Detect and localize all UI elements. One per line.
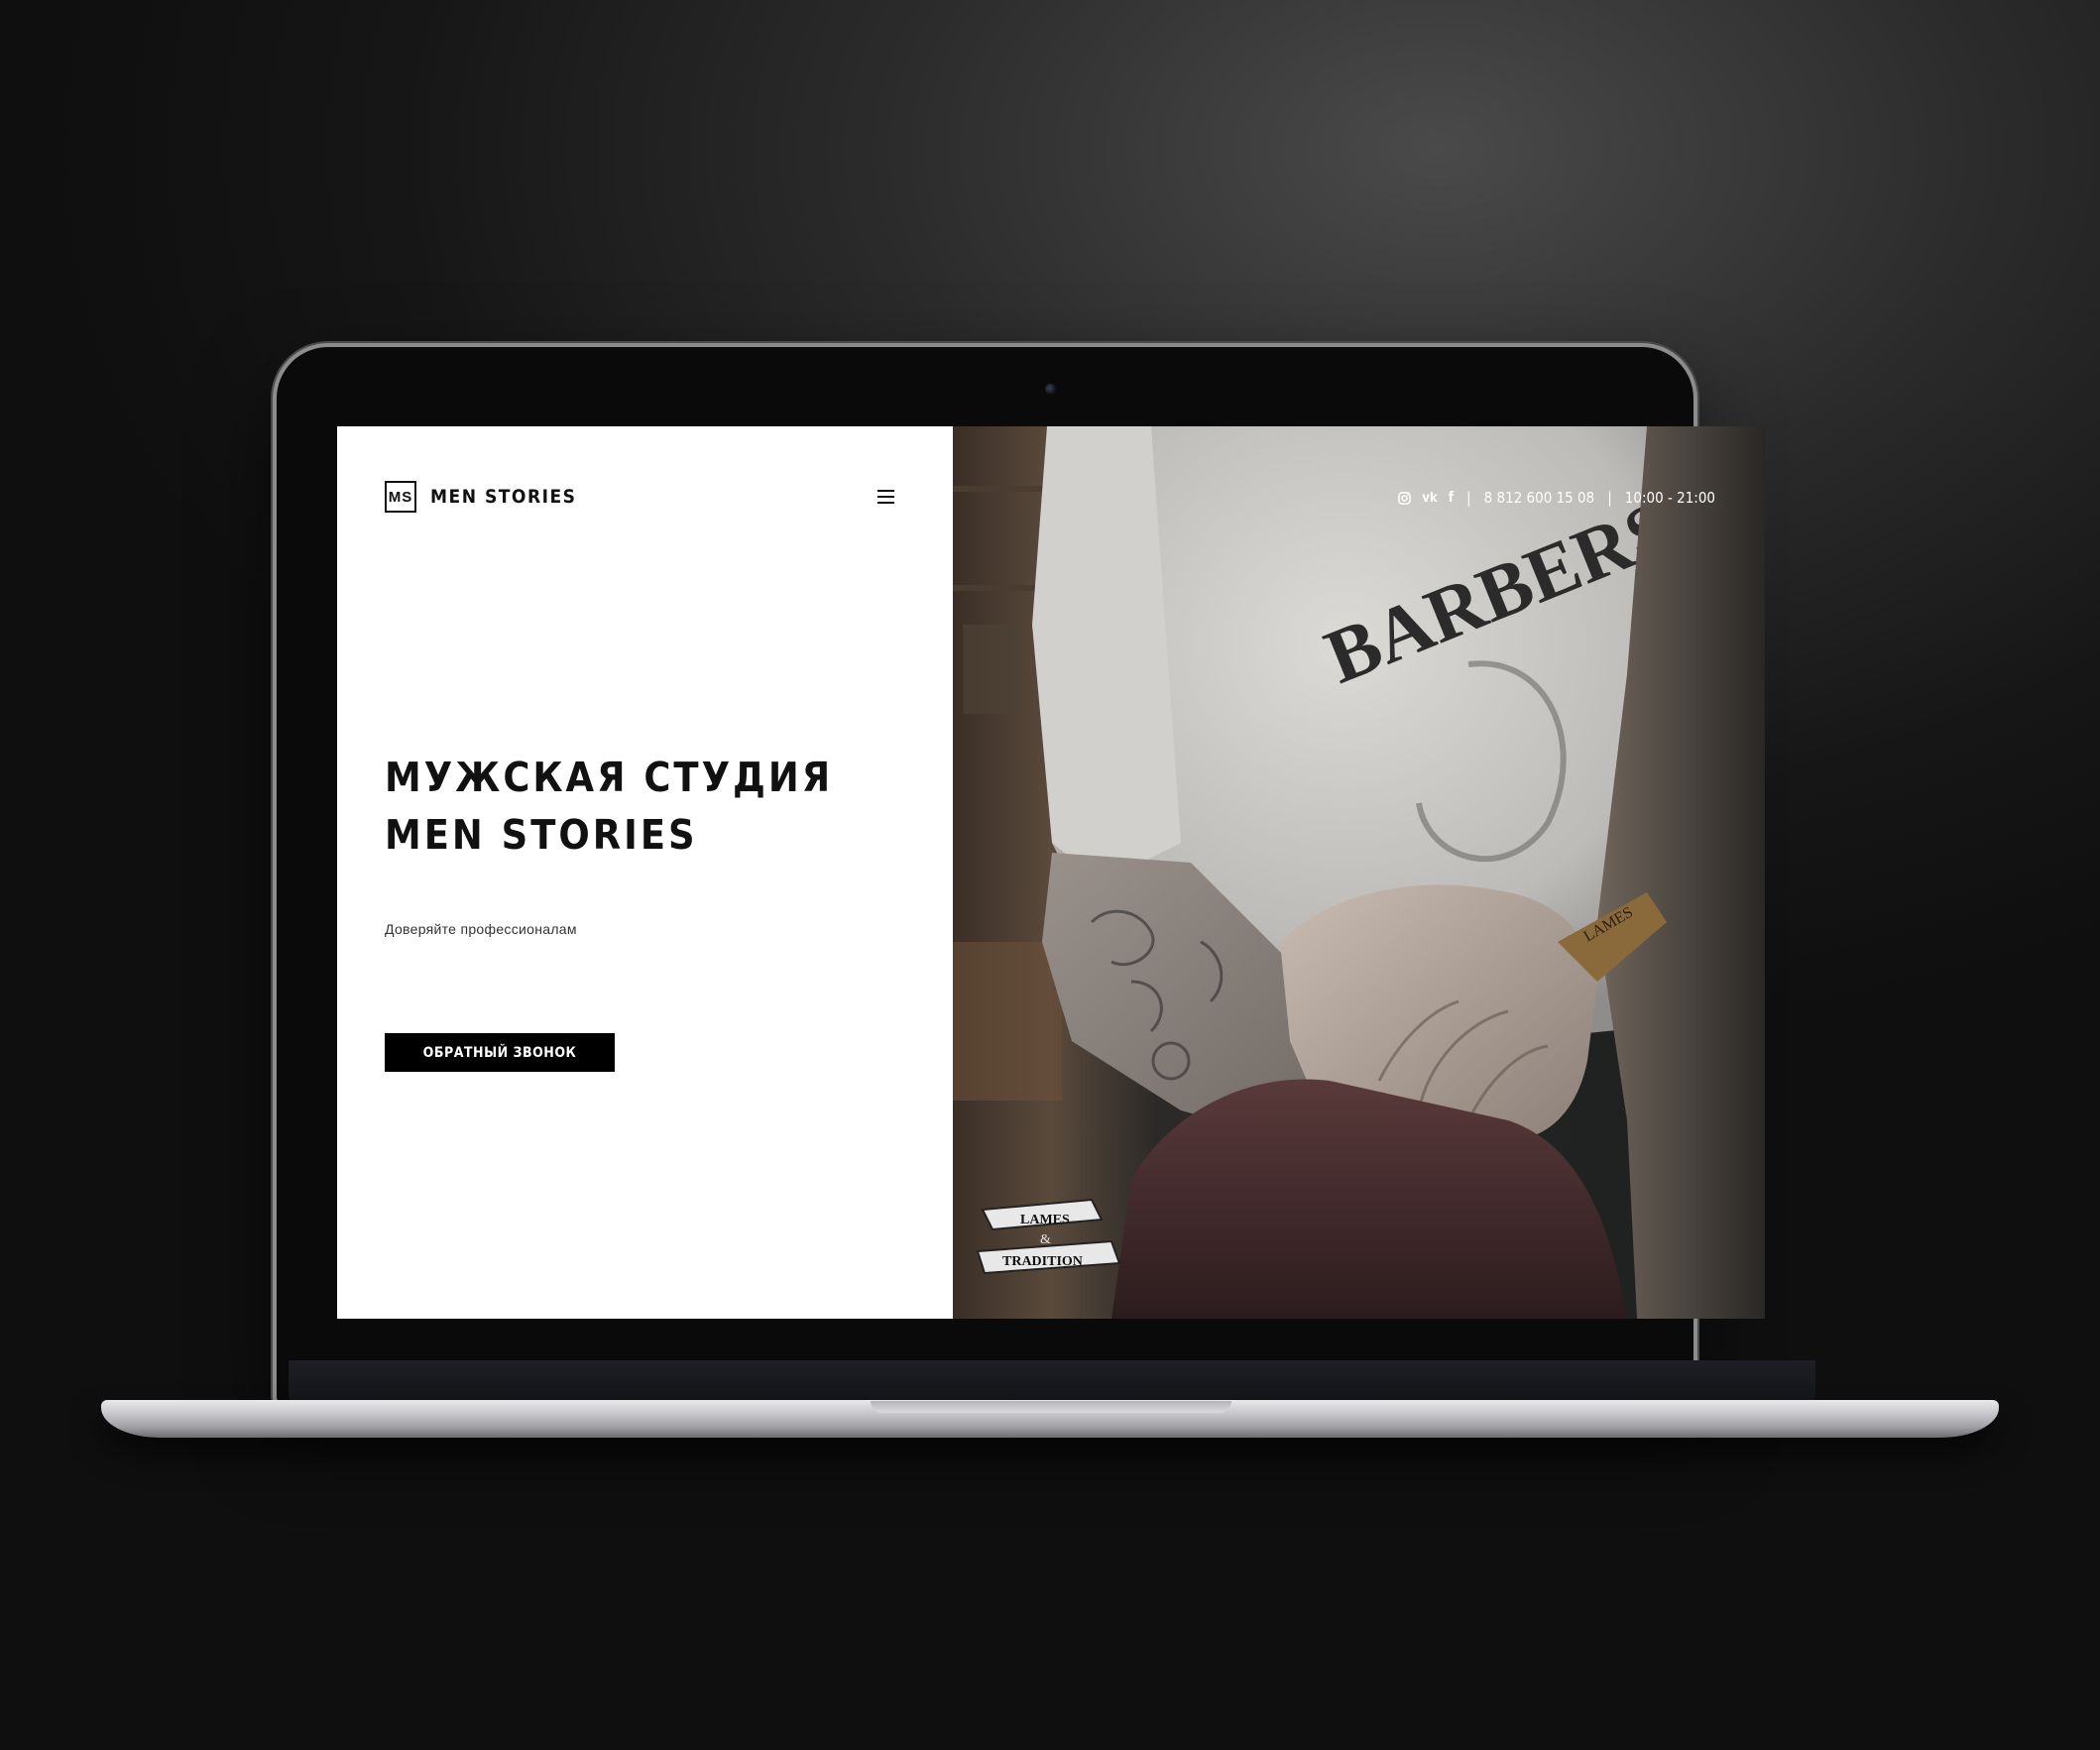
logo-mark: MS bbox=[385, 481, 416, 513]
callback-button[interactable]: ОБРАТНЫЙ ЗВОНОК bbox=[385, 1033, 615, 1072]
vk-icon[interactable]: vk bbox=[1422, 491, 1437, 506]
logo-text: MEN STORIES bbox=[430, 486, 577, 508]
top-contact-bar: vk f | 8 812 600 15 08 | 10:00 - 21:00 bbox=[1398, 489, 1715, 507]
separator: | bbox=[1466, 489, 1471, 507]
badge-line1: LAMES bbox=[1020, 1213, 1070, 1227]
hero-tagline: Доверяйте профессионалам bbox=[385, 921, 577, 937]
laptop-bezel-bottom bbox=[289, 1360, 1815, 1400]
left-pane: MS MEN STORIES МУЖСКАЯ СТУДИЯ MEN STORIE… bbox=[337, 426, 953, 1319]
phone-link[interactable]: 8 812 600 15 08 bbox=[1484, 489, 1595, 507]
hero-headline-line1: МУЖСКАЯ СТУДИЯ bbox=[385, 754, 834, 801]
webcam bbox=[1045, 384, 1056, 395]
laptop-notch bbox=[871, 1401, 1231, 1413]
barber-photo-illustration: BARBERS LAMES LAMES & TRADITION bbox=[953, 426, 1765, 1319]
hero-photo: BARBERS LAMES LAMES & TRADITION vk f | 8… bbox=[953, 426, 1765, 1319]
badge-line3: TRADITION bbox=[1002, 1254, 1083, 1269]
facebook-icon[interactable]: f bbox=[1449, 490, 1454, 506]
working-hours: 10:00 - 21:00 bbox=[1624, 489, 1715, 507]
separator: | bbox=[1607, 489, 1612, 507]
hero-headline-line2: MEN STORIES bbox=[385, 811, 698, 859]
screen: MS MEN STORIES МУЖСКАЯ СТУДИЯ MEN STORIE… bbox=[337, 426, 1765, 1319]
instagram-icon[interactable] bbox=[1398, 491, 1412, 505]
hamburger-menu-icon[interactable] bbox=[877, 490, 894, 504]
logo[interactable]: MS MEN STORIES bbox=[385, 481, 576, 513]
hero-headline: МУЖСКАЯ СТУДИЯ MEN STORIES bbox=[385, 749, 833, 864]
